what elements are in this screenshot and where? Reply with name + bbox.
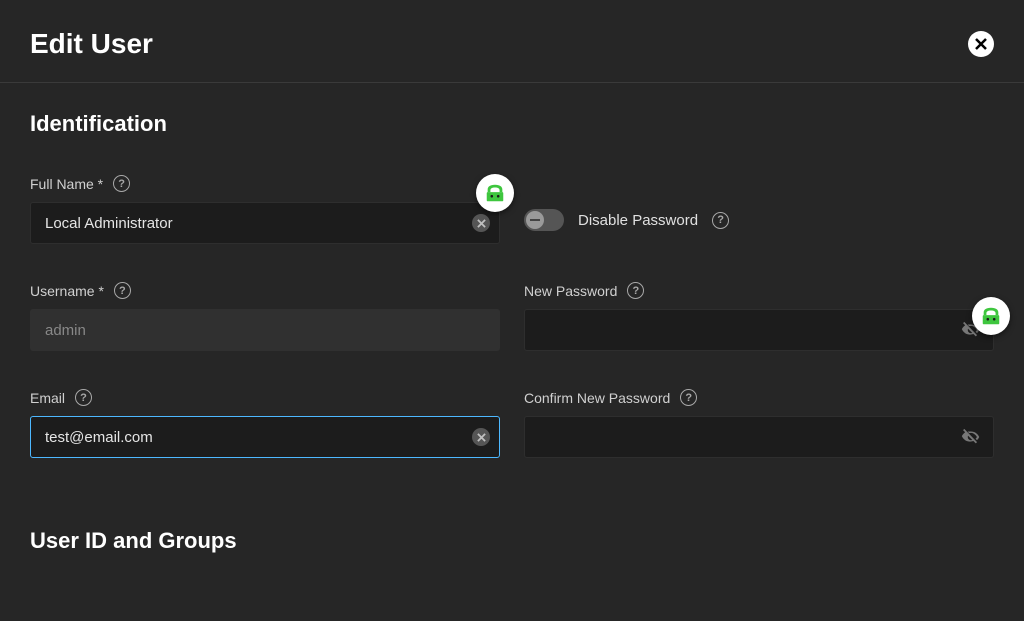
full-name-input[interactable] <box>30 202 500 244</box>
username-input <box>30 309 500 351</box>
label-full-name: Full Name * <box>30 176 103 192</box>
help-icon[interactable]: ? <box>680 389 697 406</box>
label-email: Email <box>30 390 65 406</box>
clear-icon[interactable] <box>472 428 490 446</box>
visibility-off-icon[interactable] <box>960 426 982 448</box>
section-title-identification: Identification <box>30 111 994 137</box>
label-username: Username * <box>30 283 104 299</box>
confirm-new-password-input[interactable] <box>524 416 994 458</box>
close-icon <box>974 37 988 51</box>
section-title-user-id-groups: User ID and Groups <box>30 528 994 554</box>
field-disable-password: Disable Password ? <box>524 175 994 244</box>
clear-icon[interactable] <box>472 214 490 232</box>
close-button[interactable] <box>968 31 994 57</box>
page-title: Edit User <box>30 28 153 60</box>
password-manager-badge[interactable] <box>972 297 1010 335</box>
field-username: Username * ? <box>30 282 500 351</box>
password-manager-icon <box>980 305 1002 327</box>
field-full-name: Full Name * ? <box>30 175 500 244</box>
disable-password-toggle[interactable] <box>524 209 564 231</box>
field-new-password: New Password ? <box>524 282 994 351</box>
new-password-input[interactable] <box>524 309 994 351</box>
field-confirm-new-password: Confirm New Password ? <box>524 389 994 458</box>
password-manager-icon <box>484 182 506 204</box>
label-confirm-new-password: Confirm New Password <box>524 390 670 406</box>
help-icon[interactable]: ? <box>113 175 130 192</box>
label-disable-password: Disable Password <box>578 212 698 229</box>
field-email: Email ? <box>30 389 500 458</box>
help-icon[interactable]: ? <box>712 212 729 229</box>
password-manager-badge[interactable] <box>476 174 514 212</box>
help-icon[interactable]: ? <box>114 282 131 299</box>
help-icon[interactable]: ? <box>627 282 644 299</box>
label-new-password: New Password <box>524 283 617 299</box>
email-input[interactable] <box>30 416 500 458</box>
help-icon[interactable]: ? <box>75 389 92 406</box>
